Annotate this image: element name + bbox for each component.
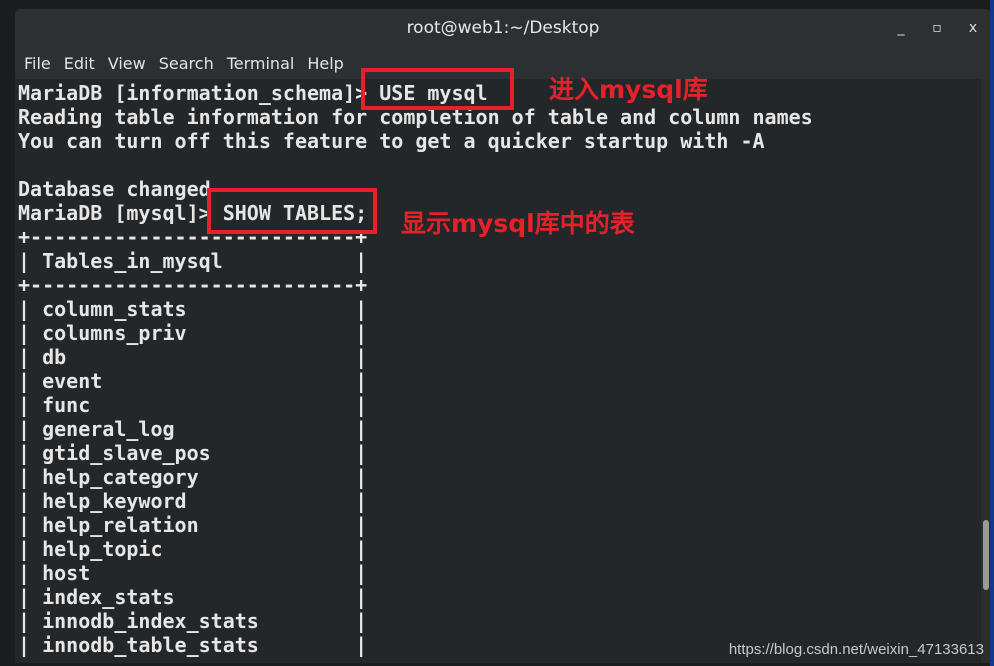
terminal-line: | Tables_in_mysql | xyxy=(18,249,368,273)
terminal-line: | func | xyxy=(18,393,368,417)
menu-file[interactable]: File xyxy=(24,54,51,73)
terminal-line: Database changed xyxy=(18,177,211,201)
terminal-line: | help_keyword | xyxy=(18,489,368,513)
highlight-box-show xyxy=(207,188,377,234)
terminal-line: | help_topic | xyxy=(18,537,368,561)
terminal-line: | help_relation | xyxy=(18,513,368,537)
menu-terminal[interactable]: Terminal xyxy=(227,54,295,73)
terminal-line: | general_log | xyxy=(18,417,368,441)
annotation-show: 显示mysql库中的表 xyxy=(401,209,635,238)
terminal-line: +---------------------------+ xyxy=(18,273,368,297)
terminal-line: | columns_priv | xyxy=(18,321,368,345)
menu-view[interactable]: View xyxy=(108,54,146,73)
terminal-line: | innodb_table_stats | xyxy=(18,633,368,657)
maximize-icon[interactable]: ▫ xyxy=(929,9,945,47)
terminal-line: | host | xyxy=(18,561,368,585)
terminal-line: | event | xyxy=(18,369,368,393)
desktop-edge xyxy=(990,0,994,666)
terminal-line: | db | xyxy=(18,345,368,369)
menu-help[interactable]: Help xyxy=(307,54,343,73)
terminal-line: | column_stats | xyxy=(18,297,368,321)
terminal-output[interactable]: MariaDB [information_schema]> USE mysql R… xyxy=(15,79,981,663)
annotation-use: 进入mysql库 xyxy=(549,75,708,104)
terminal-line: | gtid_slave_pos | xyxy=(18,441,368,465)
terminal-line: You can turn off this feature to get a q… xyxy=(18,129,765,153)
close-icon[interactable]: x xyxy=(965,9,981,47)
terminal-line: | innodb_index_stats | xyxy=(18,609,368,633)
title-bar: root@web1:~/Desktop _ ▫ x xyxy=(15,9,991,47)
terminal-line: | help_category | xyxy=(18,465,368,489)
terminal-line: | index_stats | xyxy=(18,585,368,609)
minimize-icon[interactable]: _ xyxy=(893,9,909,47)
menu-search[interactable]: Search xyxy=(159,54,214,73)
highlight-box-use xyxy=(361,68,514,110)
watermark: https://blog.csdn.net/weixin_47133613 xyxy=(728,641,984,658)
menu-edit[interactable]: Edit xyxy=(64,54,95,73)
window-title: root@web1:~/Desktop xyxy=(406,18,600,38)
scrollbar-thumb[interactable] xyxy=(983,520,989,590)
